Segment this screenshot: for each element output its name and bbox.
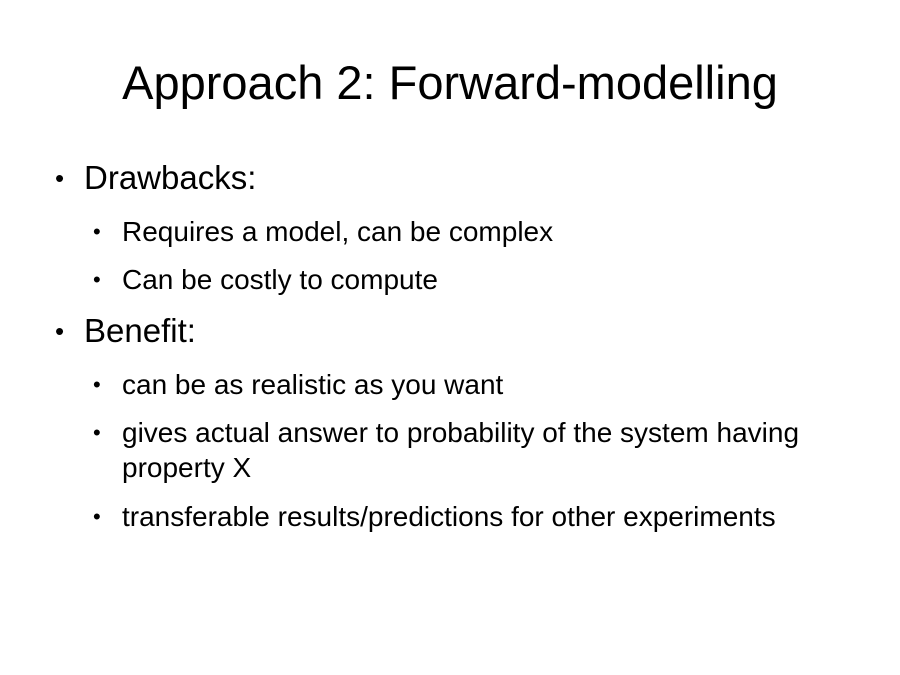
bullet-icon: • — [93, 420, 101, 445]
slide-title: Approach 2: Forward-modelling — [122, 56, 778, 109]
bullet-icon: • — [93, 372, 101, 397]
benefit-item: can be as realistic as you want — [122, 369, 504, 400]
section-heading-benefit: Benefit: — [84, 312, 196, 349]
benefit-item: transferable results/predictions for oth… — [122, 501, 776, 532]
bullet-icon: • — [55, 316, 65, 346]
slide: Approach 2: Forward-modelling • Drawback… — [0, 0, 900, 675]
bullet-icon: • — [93, 267, 101, 292]
section-heading-drawbacks: Drawbacks: — [84, 159, 257, 196]
benefit-item: gives actual answer to probability of th… — [122, 417, 800, 483]
drawback-item: Requires a model, can be complex — [122, 216, 554, 247]
bullet-icon: • — [93, 219, 101, 244]
bullet-icon: • — [55, 163, 65, 193]
bullet-icon: • — [93, 504, 101, 529]
drawback-item: Can be costly to compute — [122, 264, 438, 295]
